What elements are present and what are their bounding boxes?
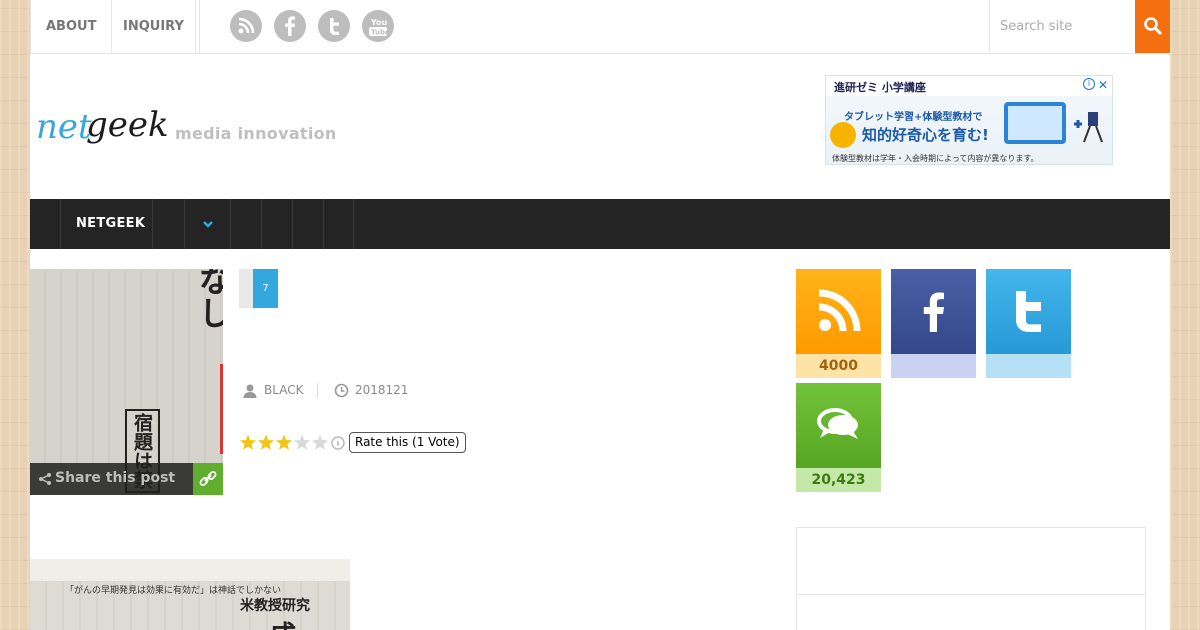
logo-geek: geek xyxy=(86,105,169,145)
rating-tooltip: Rate this (1 Vote) xyxy=(349,432,466,453)
main-nav: NETGEEK xyxy=(30,199,1170,249)
rating-star[interactable] xyxy=(275,434,293,450)
twitter-count xyxy=(986,354,1071,378)
site-logo[interactable]: net geek xyxy=(36,100,176,156)
red-mark xyxy=(220,364,223,454)
nav-dropdown[interactable] xyxy=(184,199,230,249)
ad-line-2: 知的好奇心を育む! xyxy=(862,126,989,144)
nav-item-empty[interactable] xyxy=(230,199,261,249)
facebook-count xyxy=(891,354,976,378)
nav-item-empty[interactable] xyxy=(323,199,354,249)
facebook-widget[interactable] xyxy=(891,269,976,378)
rating-star[interactable] xyxy=(257,434,275,450)
search-icon xyxy=(1144,17,1162,35)
twitter-widget[interactable] xyxy=(986,269,1071,378)
ad-banner[interactable]: 進研ゼミ 小学講座 i ✕ タブレット学習+体験型教材で 知的好奇心を育む! 体… xyxy=(825,75,1113,165)
share-bar[interactable]: Share this post xyxy=(30,463,193,495)
divider xyxy=(195,0,196,54)
comments-icon xyxy=(796,383,881,468)
ad-footnote: 体験型教材は学年・入会時期によって内容が異なります。 xyxy=(832,154,1039,163)
post-author[interactable]: BLACK xyxy=(264,383,303,397)
ad-line-1: タブレット学習+体験型教材で xyxy=(844,112,983,123)
ad-info-icon[interactable]: i xyxy=(1083,78,1095,90)
telescope-icon xyxy=(1074,112,1103,143)
facebook-icon xyxy=(891,269,976,354)
ad-title: 進研ゼミ 小学講座 xyxy=(834,81,926,94)
meta-divider xyxy=(317,383,318,398)
link-icon xyxy=(199,471,217,486)
rating-stars[interactable] xyxy=(239,433,349,453)
clock-icon xyxy=(334,383,349,398)
top-bar: ABOUT INQUIRY You Tube xyxy=(30,0,1170,54)
user-icon xyxy=(243,384,257,398)
newspaper-headline-2: 米教授研究 xyxy=(240,598,310,614)
nav-item-empty[interactable] xyxy=(261,199,292,249)
newspaper-big-char: 成 xyxy=(270,615,296,630)
nav-item-label: NETGEEK xyxy=(76,216,146,231)
search-button[interactable] xyxy=(1135,0,1170,53)
facebook-icon[interactable] xyxy=(274,10,306,42)
share-label: Share this post xyxy=(55,470,176,486)
rss-count: 4000 xyxy=(796,354,881,378)
nav-item-empty[interactable] xyxy=(292,199,323,249)
count-badge-bg xyxy=(239,269,253,308)
page: ABOUT INQUIRY You Tube net geek media inn… xyxy=(30,0,1170,630)
chevron-down-icon xyxy=(203,221,213,228)
nav-item-empty[interactable] xyxy=(152,199,184,249)
rss-widget[interactable]: 4000 xyxy=(796,269,881,378)
svg-text:You: You xyxy=(370,18,388,27)
ad-badge-icon xyxy=(830,122,856,148)
twitter-icon[interactable] xyxy=(318,10,350,42)
post-date: 2018121 xyxy=(355,383,409,397)
nav-link-inquiry[interactable]: INQUIRY xyxy=(108,0,200,54)
newspaper-headline: 成績向上に効果なし xyxy=(193,269,223,329)
share-icon xyxy=(39,473,51,485)
comments-widget[interactable]: 20,423 xyxy=(796,383,881,492)
rating-star[interactable] xyxy=(239,434,257,450)
logo-net: net xyxy=(36,107,92,147)
comment-count-badge[interactable]: 7 xyxy=(253,269,278,308)
nav-item-netgeek[interactable]: NETGEEK xyxy=(60,199,152,249)
post-thumbnail-2[interactable]: 「がんの早期発見は効果に有効だ」は神話でしかない 米教授研究 成 xyxy=(30,559,350,630)
divider xyxy=(797,594,1145,595)
rating-star[interactable] xyxy=(293,434,311,450)
permalink-button[interactable] xyxy=(193,463,223,495)
newspaper-caption-bg xyxy=(30,559,350,581)
search-input[interactable] xyxy=(989,0,1135,53)
youtube-icon[interactable]: You Tube xyxy=(362,10,394,42)
nav-link-about[interactable]: ABOUT xyxy=(30,0,113,54)
rss-icon xyxy=(796,269,881,354)
tablet-icon xyxy=(1004,102,1066,144)
comments-count: 20,423 xyxy=(796,468,881,492)
rating-star[interactable] xyxy=(311,434,329,450)
ad-close-icon[interactable]: ✕ xyxy=(1098,78,1108,92)
site-tagline: media innovation xyxy=(175,124,337,143)
sidebar-box xyxy=(796,527,1146,630)
post-thumbnail[interactable]: 成績向上に効果なし 宿題は禁 xyxy=(30,269,223,495)
twitter-icon xyxy=(986,269,1071,354)
rss-icon[interactable] xyxy=(230,10,262,42)
svg-text:Tube: Tube xyxy=(371,29,390,37)
